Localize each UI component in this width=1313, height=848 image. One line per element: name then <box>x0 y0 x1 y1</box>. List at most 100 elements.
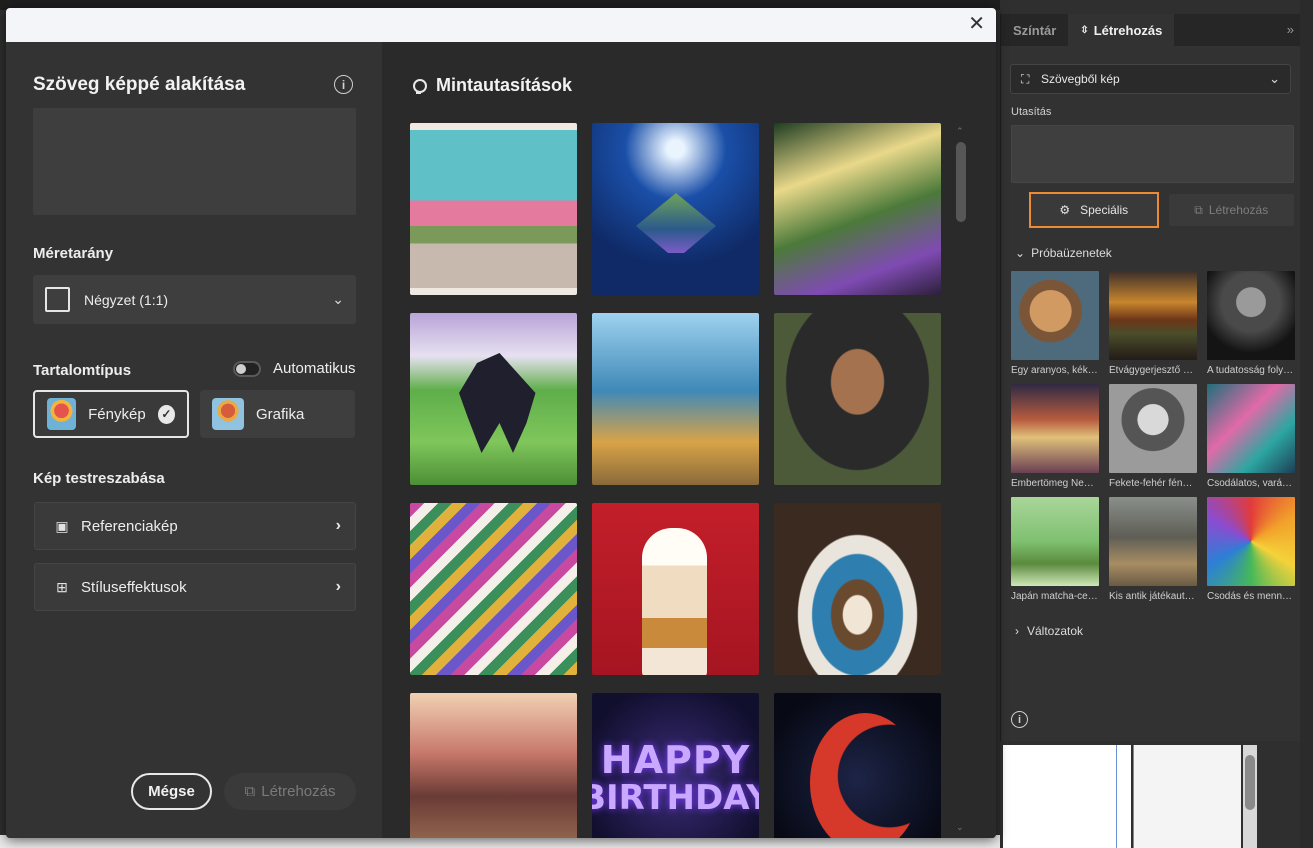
chevron-right-icon: › <box>335 578 341 595</box>
prompt-input[interactable] <box>1011 125 1294 183</box>
sample-caption: Csodás és menny… <box>1207 591 1295 602</box>
style-effects-icon: ⊞ <box>56 578 68 595</box>
sample-prompt[interactable]: Csodálatos, varáz… <box>1207 384 1295 489</box>
panel-tabs: Színtár ⇳ Létrehozás » <box>1001 14 1300 46</box>
samples-title-label: Mintautasítások <box>436 75 573 95</box>
sample-image[interactable] <box>410 503 577 675</box>
chevron-down-icon: ⌄ <box>332 291 344 307</box>
aspect-ratio-value: Négyzet (1:1) <box>84 291 169 308</box>
document-canvas <box>1003 745 1131 848</box>
lightbulb-icon <box>410 77 427 95</box>
collapse-panel-icon[interactable]: » <box>1287 22 1294 37</box>
chevron-down-icon: ⌄ <box>1015 246 1026 260</box>
style-effects-button[interactable]: ⊞ Stíluseffektusok › <box>34 563 356 611</box>
auto-toggle[interactable] <box>233 360 261 377</box>
info-icon[interactable]: i <box>1011 711 1028 728</box>
sample-image[interactable] <box>592 503 759 675</box>
sample-prompt[interactable]: Étvágygerjesztő h… <box>1109 271 1197 376</box>
birthday-text: HAPPY BIRTHDAY <box>592 693 759 838</box>
customize-heading: Kép testreszabása <box>33 470 165 487</box>
sample-images-grid: HAPPY BIRTHDAY <box>410 123 941 838</box>
sample-image[interactable]: HAPPY BIRTHDAY <box>592 693 759 838</box>
special-button[interactable]: ⚙ Speciális <box>1029 192 1159 228</box>
graphic-label: Grafika <box>256 405 305 423</box>
sample-caption: Étvágygerjesztő h… <box>1109 365 1197 376</box>
prompt-input[interactable] <box>33 108 356 215</box>
samples-scrollbar[interactable]: ⌃ ⌄ <box>956 126 966 833</box>
sample-caption: Csodálatos, varáz… <box>1207 478 1295 489</box>
sample-thumbnail <box>1207 497 1295 586</box>
sample-prompt[interactable]: Csodás és menny… <box>1207 497 1295 602</box>
sample-thumbnail <box>1109 384 1197 473</box>
scroll-down-icon[interactable]: ⌄ <box>956 822 964 833</box>
text-to-image-dialog: ✕ Szöveg képpé alakítása i Méretarány Né… <box>6 8 996 838</box>
panel-create-label: Létrehozás <box>1208 203 1269 217</box>
birthday-line-2: BIRTHDAY <box>592 778 759 819</box>
moon-shape <box>810 713 920 838</box>
sample-thumbnail <box>1109 497 1197 586</box>
gear-icon: ⚙ <box>1059 203 1071 217</box>
reference-image-label: Referenciakép <box>81 517 178 535</box>
sample-thumbnail <box>1109 271 1197 360</box>
reference-image-button[interactable]: ▣ Referenciakép › <box>34 502 356 550</box>
mode-select[interactable]: ⛶ Szövegből kép ⌄ <box>1010 64 1291 94</box>
chevron-down-icon: ⌄ <box>1269 71 1280 86</box>
sample-prompt[interactable]: Embertömeg Ne… <box>1011 384 1099 489</box>
sample-caption: A tudatosság foly… <box>1207 365 1294 376</box>
content-type-photo-button[interactable]: Fénykép ✓ <box>33 390 189 438</box>
generate-panel: Színtár ⇳ Létrehozás » ⛶ Szövegből kép ⌄ … <box>1000 14 1300 741</box>
samples-title: Mintautasítások <box>410 75 572 96</box>
text-to-image-icon: ⛶ <box>1021 72 1030 86</box>
sample-prompts-grid: Egy aranyos, kék… Étvágygerjesztő h… A t… <box>1011 271 1300 602</box>
cancel-button[interactable]: Mégse <box>131 773 212 810</box>
variants-heading: Változatok <box>1027 624 1084 638</box>
sample-prompt[interactable]: Kis antik játékaut… <box>1109 497 1197 602</box>
sample-image[interactable] <box>774 123 941 295</box>
sample-image[interactable] <box>592 313 759 485</box>
sample-thumbnail <box>1011 271 1099 360</box>
create-button-label: Létrehozás <box>261 783 336 800</box>
generate-icon: ⧉ <box>244 783 256 800</box>
sample-prompt[interactable]: A tudatosság foly… <box>1207 271 1295 376</box>
create-button[interactable]: ⧉ Létrehozás <box>224 773 356 810</box>
close-icon[interactable]: ✕ <box>968 14 985 34</box>
canvas-scrollbar-thumb[interactable] <box>1245 755 1255 810</box>
tab-generate[interactable]: ⇳ Létrehozás <box>1068 14 1175 46</box>
sample-image[interactable] <box>410 313 577 485</box>
info-icon[interactable]: i <box>334 75 353 94</box>
sample-image[interactable] <box>774 693 941 838</box>
unicorn-shape <box>459 353 536 453</box>
sample-image[interactable] <box>592 123 759 295</box>
panel-create-button[interactable]: ⧉ Létrehozás <box>1168 194 1294 226</box>
auto-toggle-wrap: Automatikus <box>233 360 356 377</box>
scrollbar-thumb[interactable] <box>956 142 966 222</box>
square-icon <box>45 287 70 312</box>
special-button-label: Speciális <box>1080 203 1129 217</box>
sample-image[interactable] <box>774 503 941 675</box>
image-icon: ▣ <box>55 517 69 534</box>
sample-thumbnail <box>1011 384 1099 473</box>
samples-section-toggle[interactable]: ⌄ Próbaüzenetek <box>1015 246 1300 260</box>
sample-image[interactable] <box>410 693 577 838</box>
dialog-title: Szöveg képpé alakítása <box>33 74 246 95</box>
sample-prompt[interactable]: Japán matcha-cer… <box>1011 497 1099 602</box>
birthday-line-1: HAPPY <box>600 738 751 783</box>
style-effects-label: Stíluseffektusok <box>81 578 187 596</box>
sample-caption: Fekete-fehér fény… <box>1109 478 1197 489</box>
sample-caption: Japán matcha-cer… <box>1011 591 1099 602</box>
scroll-up-icon[interactable]: ⌃ <box>956 126 964 137</box>
sample-image[interactable] <box>410 123 577 295</box>
dialog-header: ✕ <box>6 8 996 42</box>
aspect-ratio-select[interactable]: Négyzet (1:1) ⌄ <box>33 275 356 324</box>
sample-prompt[interactable]: Egy aranyos, kék… <box>1011 271 1099 376</box>
aspect-ratio-heading: Méretarány <box>33 245 114 262</box>
sample-image[interactable] <box>774 313 941 485</box>
variants-section-toggle[interactable]: › Változatok <box>1015 624 1300 638</box>
photo-label: Fénykép <box>88 405 146 423</box>
graphic-balloon-icon <box>212 398 244 430</box>
content-type-graphic-button[interactable]: Grafika <box>200 390 355 438</box>
tab-library[interactable]: Színtár <box>1001 14 1068 46</box>
prompt-label: Utasítás <box>1011 106 1052 118</box>
sample-prompts-column: Mintautasítások HAPPY BIRTHDAY ⌃ ⌄ <box>382 42 996 838</box>
sample-prompt[interactable]: Fekete-fehér fény… <box>1109 384 1197 489</box>
